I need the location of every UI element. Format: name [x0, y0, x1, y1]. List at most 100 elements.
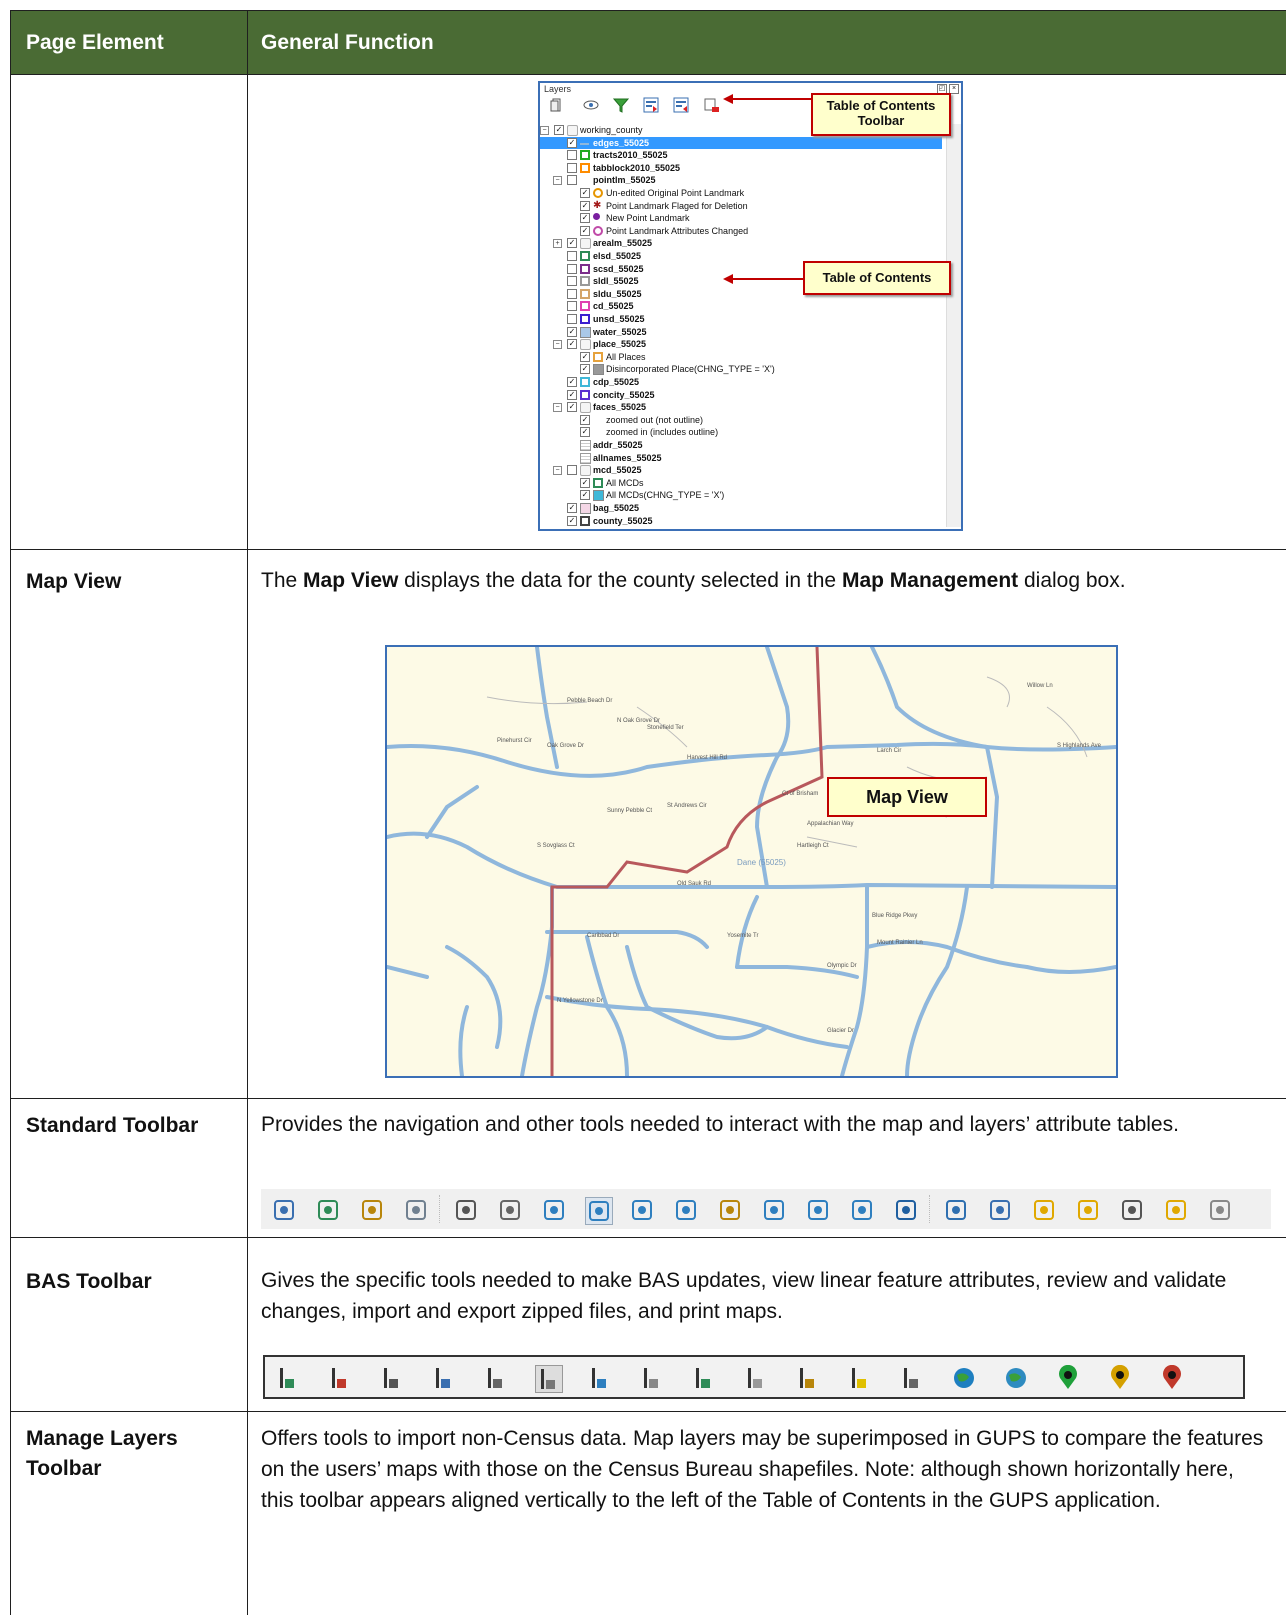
layer-visibility-checkbox[interactable]: ✓ [567, 515, 577, 526]
map-view[interactable]: Pebble Beach Dr N Oak Grove Dr Pinehurst… [385, 645, 1118, 1078]
layer-visibility-checkbox[interactable] [567, 251, 577, 261]
layer-tree-item[interactable]: − pointlm_55025 [540, 174, 942, 186]
measure-icon[interactable] [403, 1197, 429, 1223]
layer-tree-item[interactable]: ✓ concity_55025 [540, 389, 942, 401]
edit-point-icon[interactable] [1107, 1364, 1133, 1391]
layer-tree-item[interactable]: ✓ Disincorporated Place(CHNG_TYPE = 'X') [540, 363, 942, 376]
filter-icon[interactable] [612, 96, 630, 114]
export-changes-icon[interactable] [899, 1365, 925, 1391]
layer-visibility-checkbox[interactable]: ✓ [580, 213, 590, 224]
layer-visibility-checkbox[interactable]: ✓ [580, 200, 590, 211]
hierarchy-icon[interactable] [639, 1365, 665, 1391]
layer-visibility-checkbox[interactable]: ✓ [567, 503, 577, 513]
layer-tree-item[interactable]: unsd_55025 [540, 313, 942, 325]
layer-tree-item[interactable]: ✓ county_55025 [540, 515, 942, 527]
save-icon[interactable] [271, 1197, 297, 1223]
layer-tree-item[interactable]: ✓ Un-edited Original Point Landmark [540, 187, 942, 199]
layer-visibility-checkbox[interactable]: ✓ [567, 389, 577, 400]
zoom-to-layer-icon[interactable] [761, 1197, 787, 1223]
layer-visibility-checkbox[interactable]: ✓ [580, 351, 590, 362]
expand-all-icon[interactable] [642, 96, 660, 114]
select-pointer-icon[interactable] [453, 1197, 479, 1223]
visibility-eye-icon[interactable] [582, 96, 600, 114]
export-zip-icon[interactable] [847, 1365, 873, 1391]
zoom-last-icon[interactable] [805, 1197, 831, 1223]
validation-icon[interactable] [587, 1365, 613, 1391]
globe-icon[interactable] [951, 1365, 977, 1391]
remove-layer-icon[interactable] [702, 96, 720, 114]
layer-visibility-checkbox[interactable]: ✓ [580, 414, 590, 425]
zoom-out-icon[interactable] [629, 1197, 655, 1223]
layer-tree-item[interactable]: addr_55025 [540, 439, 942, 451]
attribute-table-icon[interactable] [483, 1365, 509, 1391]
layer-visibility-checkbox[interactable] [567, 150, 577, 161]
layer-visibility-checkbox[interactable]: ✓ [580, 490, 590, 501]
add-label-icon[interactable] [1163, 1197, 1189, 1223]
import-zip-icon[interactable] [795, 1365, 821, 1391]
zoom-in-icon[interactable] [585, 1197, 613, 1225]
pencil-icon[interactable] [359, 1197, 385, 1223]
layer-tree-item[interactable]: − ✓ faces_55025 [540, 401, 942, 414]
layer-tree-item[interactable]: ✓ ✱ Point Landmark Flaged for Deletion [540, 200, 942, 212]
layer-tree-item[interactable]: ✓ All Places [540, 351, 942, 363]
layer-tree-item[interactable]: ✓ zoomed in (includes outline) [540, 426, 942, 438]
expand-toggle-icon[interactable]: − [553, 403, 562, 413]
layer-tree-item[interactable]: ✓ Point Landmark Attributes Changed [540, 225, 942, 237]
layer-tree-item[interactable]: ✓ cdp_55025 [540, 376, 942, 388]
layer-tree-item[interactable]: allnames_55025 [540, 452, 942, 464]
layer-tree-item[interactable]: cd_55025 [540, 300, 942, 312]
layer-visibility-checkbox[interactable]: ✓ [554, 125, 564, 135]
review-changes-icon[interactable] [691, 1365, 717, 1391]
layer-visibility-checkbox[interactable]: ✓ [567, 377, 577, 387]
layer-visibility-checkbox[interactable]: ✓ [580, 364, 590, 375]
zoom-next-icon[interactable] [849, 1197, 875, 1223]
expand-toggle-icon[interactable]: − [553, 340, 562, 350]
measure-line-icon[interactable] [1119, 1197, 1145, 1223]
expand-toggle-icon[interactable]: − [553, 176, 562, 186]
delete-feature-icon[interactable] [327, 1365, 353, 1391]
layer-tree-item[interactable]: − ✓ place_55025 [540, 338, 942, 351]
layer-tree-item[interactable]: tabblock2010_55025 [540, 162, 942, 174]
annotation-icon[interactable] [1207, 1197, 1233, 1223]
expand-toggle-icon[interactable]: − [553, 466, 562, 476]
layer-visibility-checkbox[interactable] [567, 288, 577, 299]
zoom-to-selection-icon[interactable] [717, 1197, 743, 1223]
expand-toggle-icon[interactable]: − [540, 126, 549, 135]
split-feature-icon[interactable] [379, 1365, 405, 1391]
layer-visibility-checkbox[interactable]: ✓ [567, 137, 577, 148]
add-point-icon[interactable] [1055, 1364, 1081, 1391]
layer-visibility-checkbox[interactable]: ✓ [567, 238, 577, 249]
add-feature-icon[interactable] [275, 1365, 301, 1391]
expand-toggle-icon[interactable]: + [553, 239, 562, 249]
delete-point-icon[interactable] [1159, 1364, 1185, 1391]
add-web-layer-icon[interactable] [1003, 1365, 1029, 1391]
layer-tree-item[interactable]: + ✓ arealm_55025 [540, 237, 942, 250]
select-by-expression-icon[interactable] [1075, 1197, 1101, 1223]
address-range-icon[interactable] [431, 1365, 457, 1391]
layer-visibility-checkbox[interactable]: ✓ [580, 188, 590, 198]
pan-hand-icon[interactable] [497, 1197, 523, 1223]
layer-visibility-checkbox[interactable] [567, 175, 577, 186]
layer-visibility-checkbox[interactable]: ✓ [580, 477, 590, 488]
layer-tree-item[interactable]: ✓ New Point Landmark [540, 212, 942, 224]
tree-scrollbar[interactable] [946, 124, 961, 527]
add-group-icon[interactable] [548, 96, 566, 114]
identify-icon[interactable] [943, 1197, 969, 1223]
layer-tree-item[interactable]: tracts2010_55025 [540, 149, 942, 161]
layer-tree-item[interactable]: − mcd_55025 [540, 464, 942, 477]
new-map-icon[interactable] [315, 1197, 341, 1223]
layer-tree-item[interactable]: ✓ water_55025 [540, 326, 942, 338]
collapse-all-icon[interactable] [672, 96, 690, 114]
layer-visibility-checkbox[interactable]: ✓ [580, 427, 590, 438]
pan-to-selection-icon[interactable] [541, 1197, 567, 1223]
layer-tree-item[interactable]: ✓ All MCDs [540, 477, 942, 489]
refresh-icon[interactable] [893, 1197, 919, 1223]
select-features-icon[interactable] [987, 1197, 1013, 1223]
layer-visibility-checkbox[interactable] [567, 301, 577, 312]
layer-tree-item[interactable]: ✓ edges_55025 [540, 136, 942, 149]
edit-attributes-icon[interactable] [535, 1365, 563, 1393]
zoom-full-icon[interactable] [673, 1197, 699, 1223]
layer-visibility-checkbox[interactable] [567, 465, 577, 476]
layer-visibility-checkbox[interactable]: ✓ [567, 326, 577, 337]
layer-visibility-checkbox[interactable]: ✓ [580, 225, 590, 236]
